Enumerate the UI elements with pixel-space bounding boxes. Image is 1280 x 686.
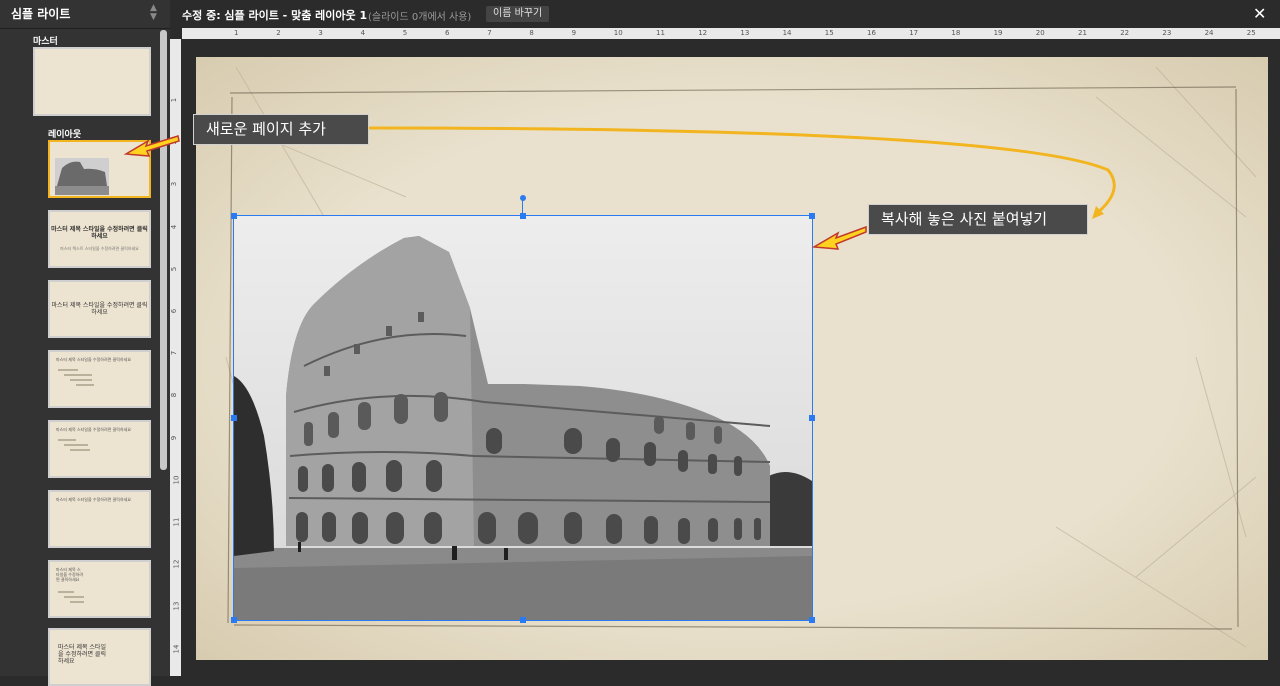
resize-handle-top-right[interactable] xyxy=(809,213,815,219)
layout-thumbnail-6[interactable]: 마스터 제목 스타일을 수정하려면 클릭하세요 xyxy=(48,490,151,548)
resize-handle-bottom[interactable] xyxy=(520,617,526,623)
ruler-tick-label: 12 xyxy=(172,559,181,569)
ruler-tick-label: 6 xyxy=(445,29,450,37)
ruler-tick-label: 2 xyxy=(276,29,281,37)
ruler-tick-label: 3 xyxy=(318,29,323,37)
layout-thumbnail-3[interactable]: 마스터 제목 스타일을 수정하려면 클릭하세요 xyxy=(48,280,151,338)
ruler-tick-label: 4 xyxy=(170,224,179,229)
ruler-tick-label: 24 xyxy=(1204,29,1214,37)
thumb-title-text: 마스터 제목 스타일을 수정하려면 클릭하세요 xyxy=(56,357,132,362)
sort-updown-icon[interactable]: ▲ ▼ xyxy=(150,4,157,22)
resize-handle-left[interactable] xyxy=(231,415,237,421)
ruler-tick-label: 8 xyxy=(170,393,179,398)
ruler-tick-label: 19 xyxy=(993,29,1003,37)
ruler-tick-label: 8 xyxy=(529,29,534,37)
ruler-tick-label: 1 xyxy=(234,29,239,37)
ruler-tick-label: 22 xyxy=(1120,29,1130,37)
ruler-tick-label: 17 xyxy=(909,29,919,37)
ruler-tick-label: 7 xyxy=(170,350,179,356)
thumb-bullet-lines xyxy=(58,436,118,454)
callout-new-page: 새로운 페이지 추가 xyxy=(193,114,369,145)
ruler-tick-label: 25 xyxy=(1246,29,1256,37)
ruler-tick-label: 14 xyxy=(172,644,181,654)
thumb-subtitle-text: 마스터 텍스트 스타일을 수정하려면 클릭하세요 xyxy=(60,246,139,251)
ruler-tick-label: 10 xyxy=(613,29,623,37)
ruler-tick-label: 23 xyxy=(1162,29,1172,37)
thumb-title-text: 마스터 제목 스타일을 수정하려면 클릭하세요 xyxy=(56,497,132,502)
selection-frame xyxy=(233,215,813,621)
resize-handle-top[interactable] xyxy=(520,213,526,219)
resize-handle-right[interactable] xyxy=(809,415,815,421)
ruler-tick-label: 1 xyxy=(170,97,179,103)
layout-thumbnail-selected[interactable] xyxy=(48,140,151,198)
ruler-tick-label: 11 xyxy=(172,517,181,527)
layout-thumbnail-4[interactable]: 마스터 제목 스타일을 수정하려면 클릭하세요 xyxy=(48,350,151,408)
layout-thumbnail-2[interactable]: 마스터 제목 스타일을 수정하려면 클릭하세요 마스터 텍스트 스타일을 수정하… xyxy=(48,210,151,268)
theme-name: 심플 라이트 xyxy=(11,7,71,21)
thumb-title-text: 마스터 제목 스타일을 수정하려면 클릭하세요 xyxy=(51,302,148,316)
ruler-tick-label: 5 xyxy=(170,266,179,272)
ruler-tick-label: 6 xyxy=(170,308,179,314)
usage-note: (슬라이드 0개에서 사용) xyxy=(368,12,472,23)
layout-panel: 심플 라이트 ▲ ▼ 마스터 레이아웃 마스터 제목 스타일을 수정하려면 클릭하… xyxy=(0,0,170,686)
thumb-title-text: 마스터 제목 스타일을 수정하려면 클릭하세요 xyxy=(56,567,84,582)
vertical-ruler: 1 2 3 4 5 6 7 8 9 10 11 12 13 14 xyxy=(170,39,181,676)
ruler-tick-label: 11 xyxy=(656,29,665,37)
resize-handle-bottom-right[interactable] xyxy=(809,617,815,623)
editor-top-bar: 수정 중: 심플 라이트 - 맞춤 레이아웃 1 (슬라이드 0개에서 사용) … xyxy=(170,0,1280,28)
resize-handle-bottom-left[interactable] xyxy=(231,617,237,623)
rename-button[interactable]: 이름 바꾸기 xyxy=(486,6,550,22)
editing-title: 수정 중: 심플 라이트 - 맞춤 레이아웃 1 xyxy=(182,9,368,22)
layout-thumbnail-7[interactable]: 마스터 제목 스타일을 수정하려면 클릭하세요 xyxy=(48,560,151,618)
thumb-title-text: 마스터 제목 스타일을 수정하려면 클릭하세요 xyxy=(58,644,106,665)
ruler-tick-label: 5 xyxy=(402,29,408,37)
layout-thumbnail-8[interactable]: 마스터 제목 스타일을 수정하려면 클릭하세요 xyxy=(48,628,151,686)
callout-paste-photo: 복사해 놓은 사진 붙여넣기 xyxy=(868,204,1088,235)
thumb-title-text: 마스터 제목 스타일을 수정하려면 클릭하세요 xyxy=(56,427,132,432)
layout-section-label: 레이아웃 xyxy=(48,130,82,140)
master-thumbnail[interactable] xyxy=(33,47,151,116)
resize-handle-top-left[interactable] xyxy=(231,213,237,219)
ruler-tick-label: 4 xyxy=(360,29,366,37)
ruler-tick-label: 2 xyxy=(170,139,179,145)
close-icon[interactable]: ✕ xyxy=(1253,4,1266,23)
ruler-tick-label: 13 xyxy=(172,601,181,611)
layout-panel-header: 심플 라이트 ▲ ▼ xyxy=(0,0,170,29)
thumb-bullet-lines xyxy=(58,366,118,389)
ruler-tick-label: 18 xyxy=(951,29,961,37)
thumb-bullet-lines xyxy=(58,588,118,606)
layout-thumbnail-5[interactable]: 마스터 제목 스타일을 수정하려면 클릭하세요 xyxy=(48,420,151,478)
ruler-tick-label: 10 xyxy=(172,475,181,485)
thumb-title-text: 마스터 제목 스타일을 수정하려면 클릭하세요 xyxy=(51,226,148,240)
horizontal-ruler: 1 2 3 4 5 6 7 8 9 10 11 12 13 14 15 16 17 18 19 20 21 22 23 24 2… xyxy=(182,28,1280,39)
ruler-tick-label: 13 xyxy=(740,29,750,37)
ruler-tick-label: 12 xyxy=(698,29,708,37)
ruler-tick-label: 15 xyxy=(824,29,834,37)
master-section-label: 마스터 xyxy=(33,37,58,47)
ruler-tick-label: 7 xyxy=(487,29,492,37)
panel-scrollbar[interactable] xyxy=(160,30,167,470)
ruler-tick-label: 20 xyxy=(1035,29,1045,37)
ruler-tick-label: 16 xyxy=(867,29,876,37)
ruler-tick-label: 9 xyxy=(571,29,577,37)
ruler-tick-label: 3 xyxy=(170,182,179,187)
rotate-handle[interactable] xyxy=(520,195,526,201)
ruler-tick-label: 21 xyxy=(1078,29,1087,37)
ruler-tick-label: 14 xyxy=(782,29,792,37)
ruler-tick-label: 9 xyxy=(170,435,179,440)
colosseum-mini-image xyxy=(55,158,109,195)
